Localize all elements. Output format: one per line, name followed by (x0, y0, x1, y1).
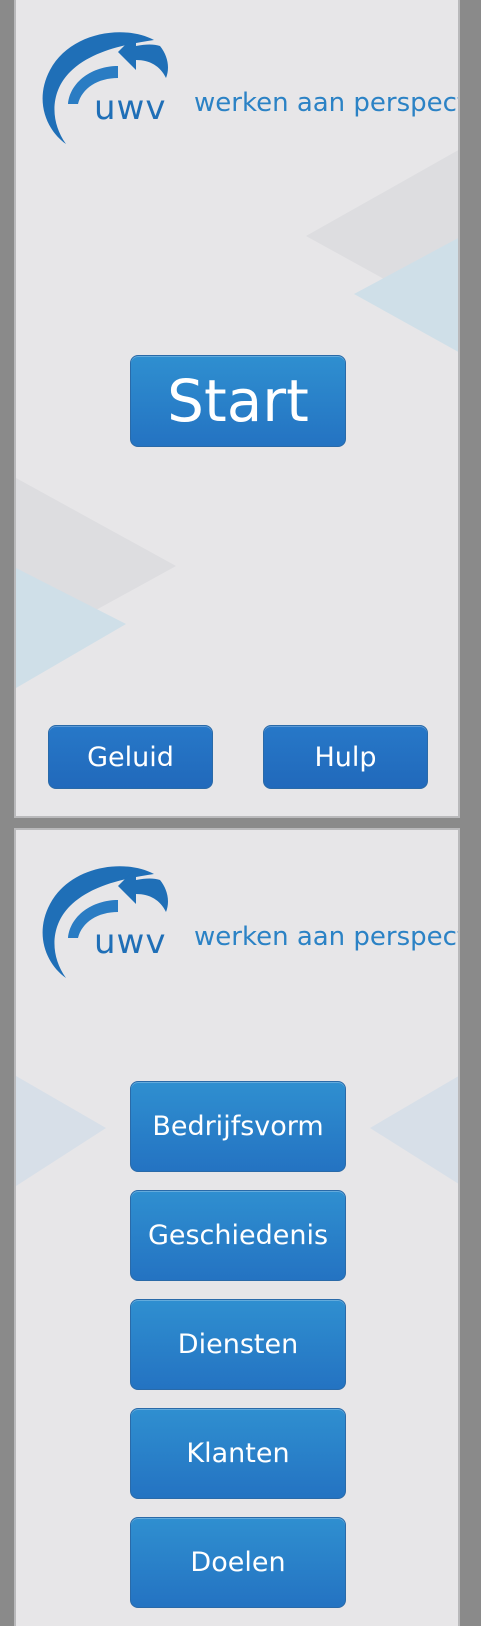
start-button[interactable]: Start (130, 355, 346, 447)
sound-button[interactable]: Geluid (48, 725, 213, 789)
menu-item-label: Doelen (190, 1547, 286, 1578)
uwv-logo: uwv werken aan perspectief (32, 26, 458, 151)
menu-item-klanten[interactable]: Klanten (130, 1408, 346, 1499)
menu-item-label: Geschiedenis (147, 1220, 329, 1251)
menu-item-doelen[interactable]: Doelen (130, 1517, 346, 1608)
logo-tagline: werken aan perspectief (194, 922, 458, 952)
menu-item-label: Klanten (186, 1438, 290, 1469)
start-button-label: Start (167, 367, 309, 435)
sound-button-label: Geluid (87, 741, 174, 773)
menu-item-geschiedenis[interactable]: Geschiedenis (130, 1190, 346, 1281)
menu-item-diensten[interactable]: Diensten (130, 1299, 346, 1390)
uwv-logo: uwv werken aan perspectief (32, 860, 458, 985)
menu-item-label: Diensten (177, 1329, 299, 1360)
logo-wordmark: uwv (94, 922, 167, 962)
menu-item-label: Bedrijfsvorm (152, 1111, 324, 1142)
help-button[interactable]: Hulp (263, 725, 428, 789)
help-button-label: Hulp (314, 741, 377, 773)
logo-tagline: werken aan perspectief (194, 88, 458, 118)
start-screen: uwv werken aan perspectief Start Geluid … (14, 0, 460, 818)
menu-item-bedrijfsvorm[interactable]: Bedrijfsvorm (130, 1081, 346, 1172)
logo-wordmark: uwv (94, 88, 167, 128)
menu-screen: uwv werken aan perspectief Bedrijfsvorm … (14, 828, 460, 1626)
